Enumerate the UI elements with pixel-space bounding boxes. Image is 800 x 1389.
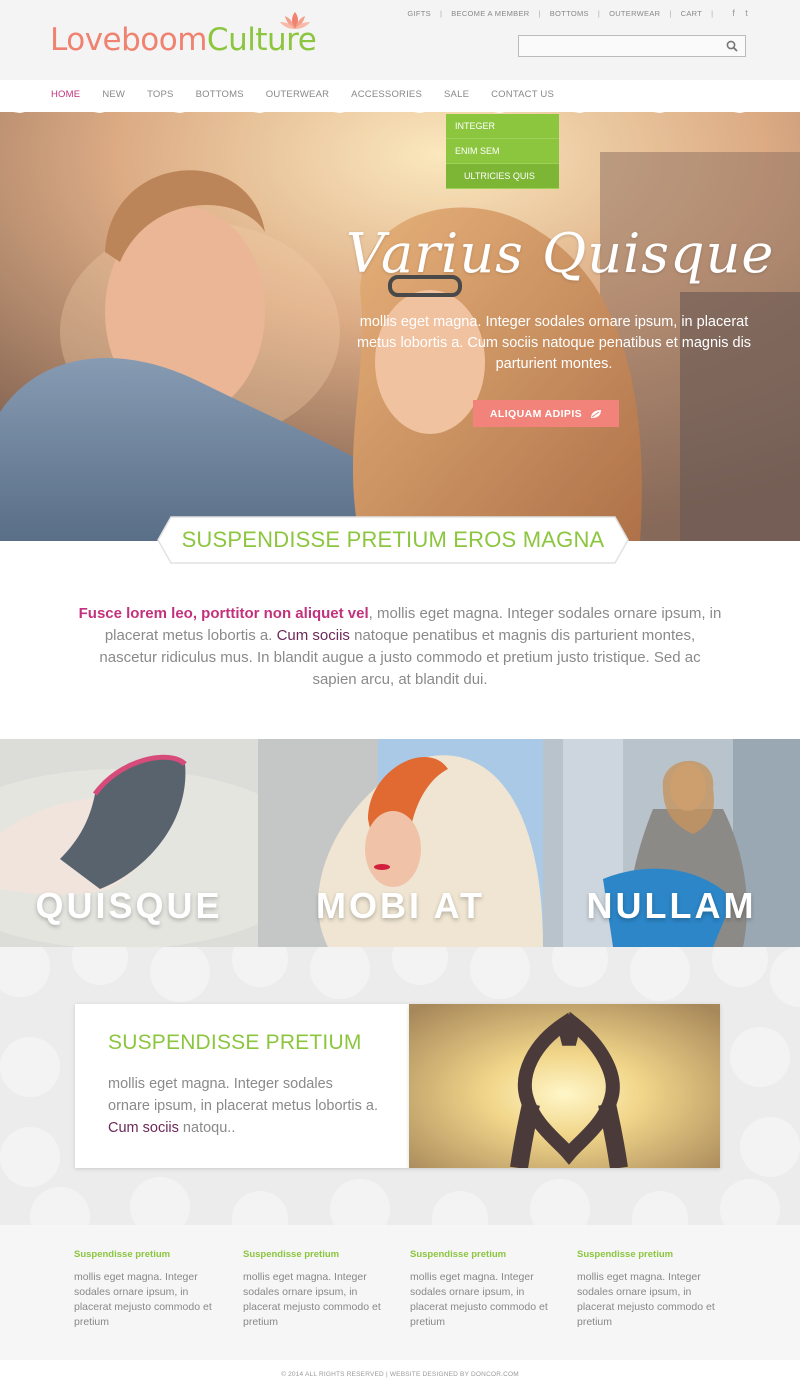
- hero-cta-button[interactable]: ALIQUAM ADIPIS: [473, 400, 619, 427]
- dropdown-item-integer[interactable]: INTEGER: [446, 114, 559, 139]
- search-icon[interactable]: [726, 40, 738, 52]
- footer-column-text: mollis eget magna. Integer sodales ornar…: [243, 1271, 381, 1328]
- nav-item-contact[interactable]: CONTACT US: [491, 89, 554, 100]
- tile-mobi-at[interactable]: MOBI AT: [258, 739, 543, 947]
- tile-label-quisque: QUISQUE: [35, 885, 223, 926]
- footer-columns: Suspendisse pretium mollis eget magna. I…: [0, 1225, 800, 1360]
- intro-section: Fusce lorem leo, porttitor non aliquet v…: [0, 541, 800, 739]
- footer-column-text: mollis eget magna. Integer sodales ornar…: [410, 1271, 548, 1328]
- top-link-cart[interactable]: CART: [681, 9, 702, 18]
- brand-logo-part1: Loveboom: [50, 22, 207, 58]
- dropdown-item-ultricies-quis[interactable]: ULTRICIES QUIS: [446, 164, 559, 189]
- nav-item-outerwear[interactable]: OUTERWEAR: [266, 89, 329, 100]
- banner-title: SUSPENDISSE PRETIUM EROS MAGNA: [181, 527, 605, 552]
- intro-text: Fusce lorem leo, porttitor non aliquet v…: [76, 603, 724, 691]
- footer-column-3: Suspendisse pretium mollis eget magna. I…: [410, 1249, 560, 1330]
- intro-highlight: Fusce lorem leo, porttitor non aliquet v…: [78, 605, 369, 622]
- category-tiles: QUISQUE MOBI AT NULLAM: [0, 739, 800, 947]
- nav-item-new[interactable]: NEW: [102, 89, 125, 100]
- footer-column-text: mollis eget magna. Integer sodales ornar…: [577, 1271, 715, 1328]
- search-box: [518, 35, 746, 57]
- nav-item-accessories[interactable]: ACCESSORIES: [351, 89, 422, 100]
- feature-link[interactable]: Cum sociis: [108, 1120, 179, 1136]
- feature-text-part1: mollis eget magna. Integer sodales ornar…: [108, 1076, 378, 1114]
- tile-label-mobi-at: MOBI AT: [316, 885, 485, 926]
- feature-card: SUSPENDISSE PRETIUM mollis eget magna. I…: [75, 1004, 409, 1168]
- facebook-icon[interactable]: f: [732, 8, 735, 18]
- top-link-become-member[interactable]: BECOME A MEMBER: [451, 9, 529, 18]
- footer-column-1: Suspendisse pretium mollis eget magna. I…: [74, 1249, 224, 1330]
- feature-image: [409, 1004, 720, 1168]
- contact-dropdown: INTEGER ENIM SEM ULTRICIES QUIS: [446, 114, 559, 189]
- top-links: GIFTS | BECOME A MEMBER | BOTTOMS | OUTERWE…: [407, 8, 748, 18]
- hero-cta-label: ALIQUAM ADIPIS: [489, 407, 583, 420]
- intro-link[interactable]: Cum sociis: [277, 627, 350, 644]
- hero-slider: Varius Quisque mollis eget magna. Intege…: [0, 112, 800, 541]
- tile-nullam[interactable]: NULLAM: [543, 739, 800, 947]
- nav-item-home[interactable]: HOME: [51, 89, 80, 100]
- search-input[interactable]: [519, 36, 719, 57]
- nav-item-bottoms[interactable]: BOTTOMS: [196, 89, 244, 100]
- footer-column-text: mollis eget magna. Integer sodales ornar…: [74, 1271, 212, 1328]
- tile-label-nullam: NULLAM: [586, 885, 757, 926]
- feature-title: SUSPENDISSE PRETIUM: [108, 1031, 362, 1054]
- nav-item-sale[interactable]: SALE: [444, 89, 469, 100]
- footer-column-2: Suspendisse pretium mollis eget magna. I…: [243, 1249, 393, 1330]
- top-link-outerwear[interactable]: OUTERWEAR: [609, 9, 660, 18]
- lotus-icon: [280, 12, 310, 29]
- top-link-gifts[interactable]: GIFTS: [407, 9, 431, 18]
- feature-text-part2: natoqu..: [178, 1120, 236, 1136]
- section-banner: SUSPENDISSE PRETIUM EROS MAGNA: [157, 516, 629, 564]
- tile-quisque[interactable]: QUISQUE: [0, 739, 258, 947]
- hero-text: mollis eget magna. Integer sodales ornar…: [356, 314, 752, 372]
- twitter-icon[interactable]: t: [745, 8, 748, 18]
- nav-item-tops[interactable]: TOPS: [147, 89, 174, 100]
- footer-column-title: Suspendisse pretium: [243, 1249, 340, 1260]
- site-header: LoveboomCulture GIFTS | BECOME A MEMBER | …: [0, 0, 800, 80]
- brand-logo[interactable]: LoveboomCulture: [50, 22, 317, 58]
- dropdown-item-enim-sem[interactable]: ENIM SEM: [446, 139, 559, 164]
- footer-column-title: Suspendisse pretium: [410, 1249, 507, 1260]
- feature-text: mollis eget magna. Integer sodales ornar…: [108, 1073, 378, 1139]
- hero-title: Varius Quisque: [346, 222, 775, 285]
- footer-column-4: Suspendisse pretium mollis eget magna. I…: [577, 1249, 727, 1330]
- footer-column-title: Suspendisse pretium: [577, 1249, 674, 1260]
- torn-edge: [0, 106, 800, 113]
- leaf-icon: [591, 409, 602, 418]
- footer-column-title: Suspendisse pretium: [74, 1249, 171, 1260]
- top-link-bottoms[interactable]: BOTTOMS: [550, 9, 589, 18]
- copyright: © 2014 ALL RIGHTS RESERVED | WEBSITE DES…: [0, 1360, 800, 1389]
